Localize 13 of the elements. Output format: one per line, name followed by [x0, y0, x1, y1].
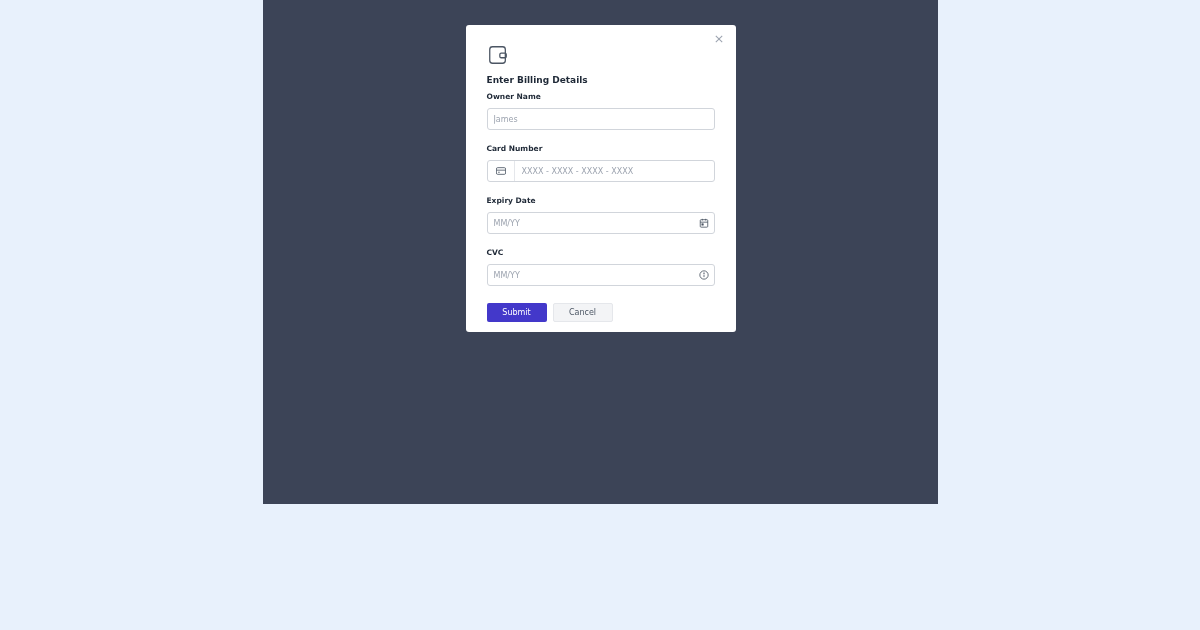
- input-field[interactable]: James: [486, 108, 715, 130]
- info-icon: [698, 270, 709, 280]
- close-button[interactable]: [713, 34, 724, 44]
- cancel-button[interactable]: Cancel: [552, 303, 613, 322]
- close-icon: [714, 35, 723, 43]
- input-field[interactable]: MM/YY: [486, 212, 715, 234]
- submit-button[interactable]: Submit: [486, 303, 547, 322]
- credit-card-icon: [495, 167, 506, 175]
- calendar-icon: [698, 218, 709, 228]
- wallet-icon: [486, 44, 509, 66]
- input-field[interactable]: XXXX - XXXX - XXXX - XXXX: [486, 160, 715, 182]
- input-field[interactable]: MM/YY: [486, 264, 715, 286]
- dialog-title: Enter Billing Details: [486, 74, 589, 86]
